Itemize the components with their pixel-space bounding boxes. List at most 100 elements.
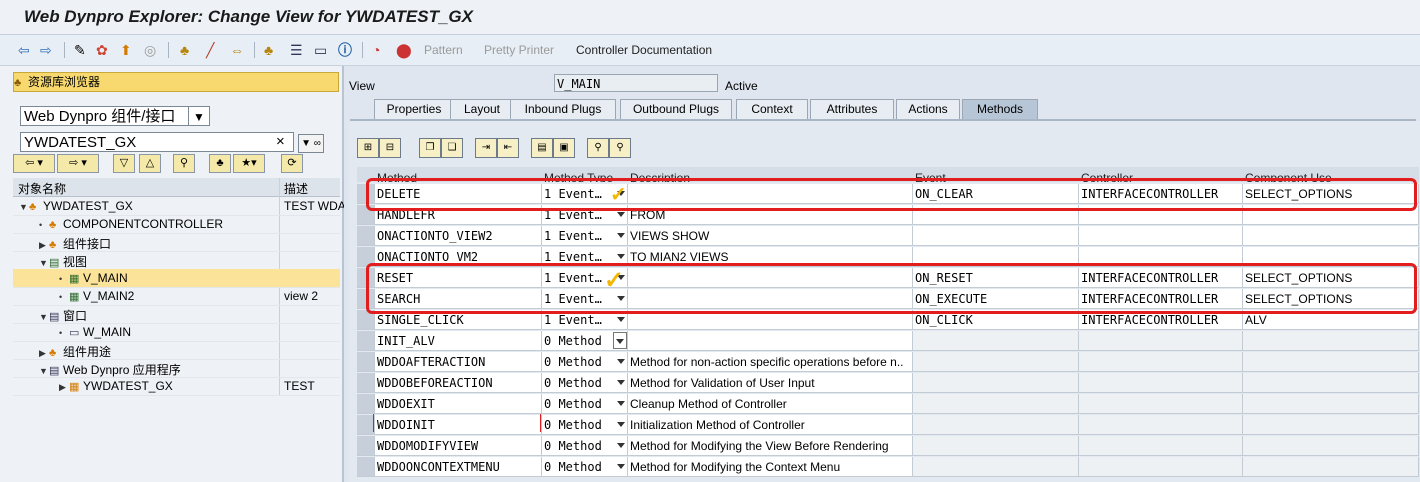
event-cell[interactable]: [913, 352, 1079, 372]
info-icon[interactable]: ⓘ: [338, 41, 352, 59]
next-object-button[interactable]: ⇨ ▾: [57, 154, 99, 173]
object-name-input[interactable]: YWDATEST_GX: [20, 132, 294, 152]
forward-icon[interactable]: ⇨: [40, 41, 52, 59]
row-selector[interactable]: [357, 352, 375, 372]
tab-methods[interactable]: Methods: [962, 99, 1038, 119]
event-cell[interactable]: [913, 436, 1079, 456]
enhance-icon[interactable]: ▭: [314, 41, 327, 59]
table-row[interactable]: WDDOAFTERACTION 0 Method Method for non-ac…: [357, 352, 1419, 373]
details-icon[interactable]: ▤: [531, 138, 553, 158]
method-type-cell[interactable]: 0 Method: [542, 373, 628, 393]
method-type-cell[interactable]: 1 Event…: [542, 226, 628, 246]
table-row[interactable]: INIT_ALV 0 Method: [357, 331, 1419, 352]
component-use-cell[interactable]: [1243, 394, 1419, 414]
tree-node-selected[interactable]: • ▦ V_MAIN: [13, 269, 340, 288]
row-selector[interactable]: [357, 457, 375, 477]
tree-node[interactable]: ▼♣ YWDATEST_GX TEST WDA: [13, 197, 346, 216]
row-selector[interactable]: [357, 226, 375, 246]
table-row[interactable]: WDDOONCONTEXTMENU 0 Method Method for Modi…: [357, 457, 1419, 478]
stop-icon[interactable]: ◔: [372, 41, 380, 59]
controller-documentation-button[interactable]: Controller Documentation: [576, 43, 712, 57]
tree-node[interactable]: • ♣ COMPONENTCONTROLLER: [13, 215, 340, 234]
tab-properties[interactable]: Properties: [374, 99, 454, 119]
chevron-down-icon[interactable]: [617, 401, 625, 406]
table-row[interactable]: WDDOMODIFYVIEW 0 Method Method for Modifyi…: [357, 436, 1419, 457]
edit-icon[interactable]: ⇔: [230, 41, 244, 59]
hierarchy-icon[interactable]: ☰: [290, 41, 303, 59]
view-name-field[interactable]: V_MAIN: [554, 74, 718, 92]
row-selector[interactable]: [357, 373, 375, 393]
chevron-down-icon[interactable]: [617, 317, 625, 322]
description-cell[interactable]: Method for Modifying the Context Menu: [628, 457, 913, 477]
refresh-icon[interactable]: ⟳: [281, 154, 303, 173]
navigation-icon[interactable]: ╱: [206, 41, 214, 59]
table-row[interactable]: ONACTIONTO_VIEW2 1 Event… VIEWS SHOW: [357, 226, 1419, 247]
row-selector[interactable]: [357, 436, 375, 456]
display-change-icon[interactable]: ✿: [96, 41, 108, 59]
component-use-cell[interactable]: [1243, 436, 1419, 456]
chevron-down-icon[interactable]: [617, 212, 625, 217]
tab-outbound-plugs[interactable]: Outbound Plugs: [620, 99, 732, 119]
table-row[interactable]: WDDOEXIT 0 Method Cleanup Method of Contro…: [357, 394, 1419, 415]
favorites-icon[interactable]: ★▾: [233, 154, 265, 173]
collapse-icon[interactable]: △: [139, 154, 161, 173]
previous-object-button[interactable]: ⇦ ▾: [13, 154, 55, 173]
component-use-cell[interactable]: [1243, 352, 1419, 372]
event-cell[interactable]: [913, 373, 1079, 393]
tree-node[interactable]: ▶ ♣ 组件用途: [13, 341, 340, 360]
tab-layout[interactable]: Layout: [450, 99, 514, 119]
component-use-cell[interactable]: [1243, 415, 1419, 435]
tree-node[interactable]: ▶ ▦ YWDATEST_GX TEST: [13, 377, 340, 396]
method-cell[interactable]: WDDOMODIFYVIEW: [375, 436, 542, 456]
find-icon[interactable]: ⚲: [587, 138, 609, 158]
find-icon[interactable]: ⚲: [173, 154, 195, 173]
controller-cell[interactable]: [1079, 331, 1243, 351]
copy-icon[interactable]: ❐: [419, 138, 441, 158]
move-icon[interactable]: ⇤: [497, 138, 519, 158]
controller-cell[interactable]: [1079, 415, 1243, 435]
method-type-cell[interactable]: 0 Method: [542, 394, 628, 414]
controller-cell[interactable]: [1079, 436, 1243, 456]
component-use-cell[interactable]: [1243, 331, 1419, 351]
tab-actions[interactable]: Actions: [896, 99, 960, 119]
chevron-down-icon[interactable]: [617, 464, 625, 469]
description-cell[interactable]: VIEWS SHOW: [628, 226, 913, 246]
append-row-icon[interactable]: ⊞: [357, 138, 379, 158]
controller-cell[interactable]: [1079, 226, 1243, 246]
method-type-cell[interactable]: 0 Method: [542, 331, 628, 351]
table-row[interactable]: WDDOINIT 0 Method Initialization Method of…: [357, 415, 1419, 436]
delete-row-icon[interactable]: ⊟: [379, 138, 401, 158]
method-cell[interactable]: WDDOAFTERACTION: [375, 352, 542, 372]
description-cell[interactable]: [628, 331, 913, 351]
tab-attributes[interactable]: Attributes: [810, 99, 894, 119]
method-cell[interactable]: WDDOONCONTEXTMENU: [375, 457, 542, 477]
method-cell[interactable]: ONACTIONTO_VIEW2: [375, 226, 542, 246]
controller-cell[interactable]: [1079, 373, 1243, 393]
event-cell[interactable]: [913, 457, 1079, 477]
event-cell[interactable]: [913, 394, 1079, 414]
test-icon[interactable]: ⬤: [396, 41, 412, 59]
controller-cell[interactable]: [1079, 394, 1243, 414]
method-cell[interactable]: INIT_ALV: [375, 331, 542, 351]
component-use-cell[interactable]: [1243, 226, 1419, 246]
component-use-cell[interactable]: [1243, 457, 1419, 477]
check-icon[interactable]: ♣: [264, 41, 273, 59]
description-cell[interactable]: Method for Validation of User Input: [628, 373, 913, 393]
select-icon[interactable]: ▣: [553, 138, 575, 158]
display-object-button[interactable]: ▼ ∞: [298, 134, 324, 153]
tree-node[interactable]: • ▭ W_MAIN: [13, 323, 340, 342]
controller-cell[interactable]: [1079, 457, 1243, 477]
description-cell[interactable]: Method for Modifying the View Before Ren…: [628, 436, 913, 456]
expand-icon[interactable]: ▽: [113, 154, 135, 173]
mode-icon[interactable]: ♣: [180, 41, 189, 59]
tree-node[interactable]: ▼▤ 视图: [13, 251, 340, 270]
method-type-cell[interactable]: 0 Method: [542, 436, 628, 456]
description-cell[interactable]: Method for non-action specific operation…: [628, 352, 913, 372]
chevron-down-icon[interactable]: [613, 332, 627, 349]
other-object-icon[interactable]: ✎: [74, 41, 86, 59]
chevron-down-icon[interactable]: [617, 380, 625, 385]
event-cell[interactable]: [913, 331, 1079, 351]
where-used-icon[interactable]: ◎: [144, 41, 156, 59]
clear-icon[interactable]: ×: [276, 133, 285, 150]
row-selector[interactable]: [357, 331, 375, 351]
